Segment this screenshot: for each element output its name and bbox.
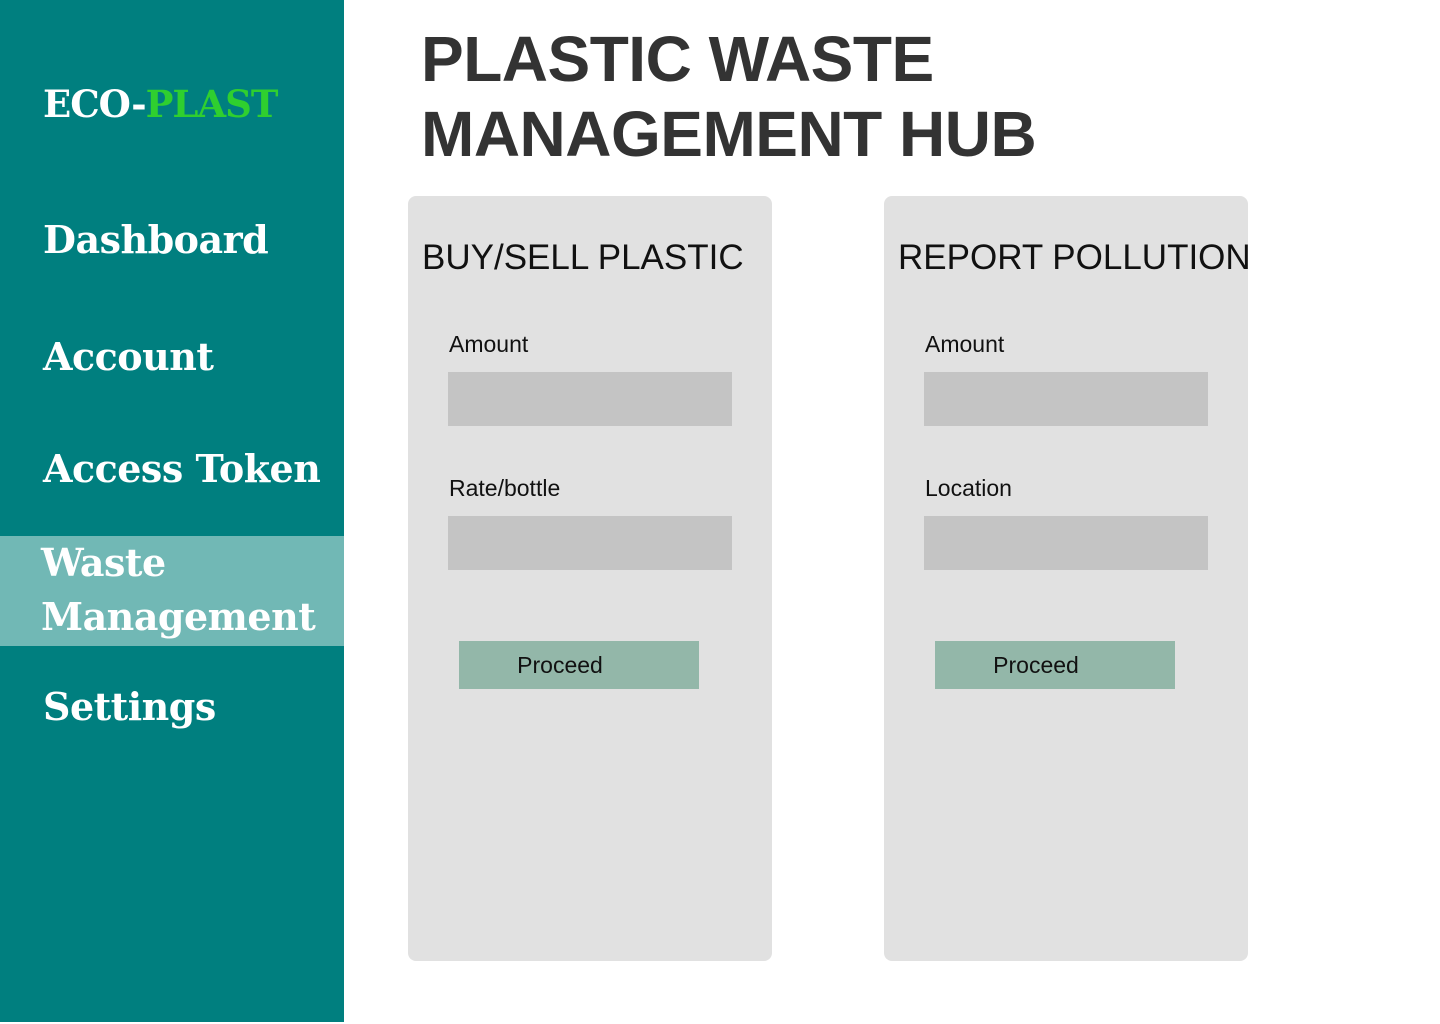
sidebar-item-account[interactable]: Account: [0, 330, 344, 384]
app-window: ECO-PLAST Dashboard Account Access Token…: [0, 0, 1440, 1024]
sidebar-item-settings[interactable]: Settings: [0, 680, 344, 734]
rate-per-bottle-input[interactable]: [448, 516, 732, 570]
proceed-button-label: Proceed: [993, 651, 1079, 678]
sidebar-item-access-token[interactable]: Access Token: [0, 442, 344, 496]
buy-sell-plastic-card: BUY/SELL PLASTIC Amount Rate/bottle Proc…: [408, 196, 772, 961]
rate-per-bottle-label: Rate/bottle: [449, 475, 561, 501]
app-logo[interactable]: ECO-PLAST: [43, 82, 279, 126]
sidebar: ECO-PLAST Dashboard Account Access Token…: [0, 0, 344, 1022]
sidebar-item-label: Dashboard: [43, 217, 269, 262]
card-title: REPORT POLLUTION: [898, 238, 1251, 277]
sidebar-item-label: Account: [43, 334, 214, 379]
report-pollution-card: REPORT POLLUTION Amount Location Proceed: [884, 196, 1251, 961]
sidebar-item-label: Settings: [43, 684, 216, 729]
amount-input[interactable]: [448, 372, 732, 426]
location-input[interactable]: [924, 516, 1208, 570]
amount-input[interactable]: [924, 372, 1208, 426]
location-label: Location: [925, 475, 1012, 501]
logo-text-plast: PLAST: [145, 82, 279, 126]
logo-text-eco: ECO-: [43, 82, 147, 126]
sidebar-item-waste-management[interactable]: Waste Management: [0, 536, 344, 646]
proceed-button-label: Proceed: [517, 651, 603, 678]
sidebar-item-label: Waste Management: [41, 540, 316, 639]
amount-label: Amount: [449, 331, 529, 357]
sidebar-item-label: Access Token: [43, 446, 321, 491]
proceed-button-report[interactable]: Proceed: [935, 641, 1175, 689]
amount-label: Amount: [925, 331, 1005, 357]
page-title: PLASTIC WASTE MANAGEMENT HUB: [421, 23, 1037, 170]
sidebar-item-dashboard[interactable]: Dashboard: [0, 213, 344, 267]
proceed-button-buy-sell[interactable]: Proceed: [459, 641, 699, 689]
card-title: BUY/SELL PLASTIC: [422, 238, 744, 277]
